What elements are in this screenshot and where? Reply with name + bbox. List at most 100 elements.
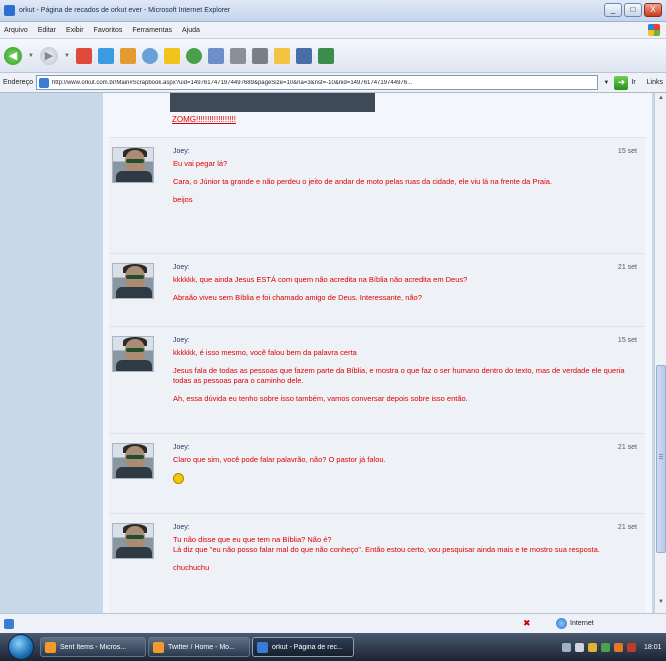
system-tray: 18:01	[556, 636, 666, 658]
menu-exibir[interactable]: Exibir	[66, 27, 84, 34]
vertical-scrollbar[interactable]: ▲ ▼	[654, 93, 666, 613]
post-text: kkkkkk, é isso mesmo, você falou bem da …	[173, 348, 357, 357]
post-time: 15 set	[617, 337, 637, 344]
top-scrap-link[interactable]: ZOMG!!!!!!!!!!!!!!!!!!	[172, 115, 236, 124]
forward-dropdown-icon[interactable]: ▼	[64, 53, 70, 59]
scrapbook-column: ZOMG!!!!!!!!!!!!!!!!!! Joey: 15 set Eu v…	[103, 93, 652, 613]
edit-icon[interactable]	[251, 47, 268, 64]
internet-globe-icon	[556, 618, 567, 629]
close-button[interactable]: X	[644, 3, 662, 17]
address-dropdown-icon[interactable]: ▼	[601, 80, 611, 86]
tray-app-icon[interactable]	[588, 642, 597, 652]
address-field[interactable]	[35, 75, 599, 90]
header-strip	[170, 93, 375, 112]
tools-icon[interactable]	[295, 47, 312, 64]
post-body: kkkkkk, que ainda Jesus ESTÁ com quem nã…	[173, 275, 633, 311]
post-author[interactable]: Joey:	[173, 444, 190, 451]
start-button[interactable]	[8, 634, 34, 660]
minimize-button[interactable]: _	[604, 3, 622, 17]
post-time: 21 set	[617, 524, 637, 531]
post-text: Ah, essa dúvida eu tenho sobre isso tamb…	[173, 394, 468, 403]
menu-favoritos[interactable]: Favoritos	[94, 27, 123, 34]
back-dropdown-icon[interactable]: ▼	[28, 53, 34, 59]
scrap-post: Joey: 21 set kkkkkk, que ainda Jesus EST…	[109, 253, 645, 326]
mail-icon[interactable]	[207, 47, 224, 64]
forward-button[interactable]: ▶	[39, 46, 58, 65]
toolbar: ◀ ▼ ▶ ▼	[0, 39, 666, 73]
messenger-icon[interactable]	[317, 47, 334, 64]
post-text: Lá diz que "eu não posso falar mal do qu…	[173, 545, 600, 554]
post-body: kkkkkk, é isso mesmo, você falou bem da …	[173, 348, 633, 412]
back-button[interactable]: ◀	[4, 46, 22, 65]
task-label: Sent Items - Micros...	[60, 643, 127, 651]
avatar[interactable]	[112, 523, 154, 559]
page-icon	[38, 77, 49, 88]
post-text: beijos	[173, 195, 193, 204]
go-button[interactable]: ➜	[614, 75, 629, 90]
security-tray-icon[interactable]	[627, 642, 636, 652]
avatar[interactable]	[112, 336, 154, 372]
post-body: Tu não disse que eu que tem na Bíblia? N…	[173, 535, 633, 581]
menu-ajuda[interactable]: Ajuda	[182, 27, 200, 34]
chevron-left-icon[interactable]	[575, 642, 584, 652]
title-bar: orkut - Página de recados de orkut ever …	[0, 0, 666, 22]
window-title: orkut - Página de recados de orkut ever …	[19, 7, 231, 14]
messenger-tray-icon[interactable]	[601, 642, 610, 652]
post-time: 21 set	[617, 264, 637, 271]
home-icon[interactable]	[119, 47, 136, 64]
maximize-button[interactable]: □	[624, 3, 642, 17]
firefox-icon	[153, 641, 164, 653]
post-text: Claro que sim, você pode falar palavrão,…	[173, 455, 386, 464]
go-label[interactable]: Ir	[631, 79, 635, 86]
scroll-down-icon[interactable]: ▼	[656, 599, 666, 611]
avatar[interactable]	[112, 263, 154, 299]
ie-icon	[4, 5, 15, 16]
menu-arquivo[interactable]: Arquivo	[4, 27, 28, 34]
window-controls: _ □ X	[604, 3, 662, 17]
security-zone[interactable]: Internet	[556, 618, 594, 629]
clock[interactable]: 18:01	[644, 644, 662, 651]
scroll-thumb[interactable]	[656, 365, 666, 553]
post-author[interactable]: Joey:	[173, 337, 190, 344]
post-author[interactable]: Joey:	[173, 524, 190, 531]
stop-icon[interactable]	[75, 47, 92, 64]
network-icon[interactable]	[562, 642, 571, 652]
scroll-up-icon[interactable]: ▲	[656, 95, 666, 107]
post-author[interactable]: Joey:	[173, 148, 190, 155]
post-body: Claro que sim, você pode falar palavrão,…	[173, 455, 633, 487]
scrap-post: Joey: 21 set Tu não disse que eu que tem…	[109, 513, 645, 613]
avatar[interactable]	[112, 147, 154, 183]
avatar[interactable]	[112, 443, 154, 479]
post-text: kkkkkk, que ainda Jesus ESTÁ com quem nã…	[173, 275, 468, 284]
post-author[interactable]: Joey:	[173, 264, 190, 271]
links-button[interactable]: Links	[647, 79, 663, 86]
post-text: chuchuchu	[173, 563, 210, 572]
taskbar-item-twitter[interactable]: Twitter / Home - Mo...	[148, 637, 250, 657]
post-text: Abraão viveu sem Bíblia e foi chamado am…	[173, 293, 422, 302]
taskbar-item-sent-items[interactable]: Sent Items - Micros...	[40, 637, 146, 657]
task-label: orkut - Página de rec...	[272, 643, 343, 651]
post-body: Eu vai pegar lá? Cara, o Júnior ta grand…	[173, 159, 633, 213]
page-content: ZOMG!!!!!!!!!!!!!!!!!! Joey: 15 set Eu v…	[0, 93, 654, 613]
menu-ferramentas[interactable]: Ferramentas	[132, 27, 172, 34]
address-input[interactable]	[51, 79, 598, 86]
search-icon[interactable]	[141, 47, 158, 64]
taskbar-item-orkut[interactable]: orkut - Página de rec...	[252, 637, 354, 657]
post-text: Jesus fala de todas as pessoas que fazem…	[173, 366, 625, 385]
address-label: Endereço	[3, 79, 33, 86]
ie-icon	[257, 641, 268, 653]
address-bar: Endereço ▼ ➜ Ir Links	[0, 73, 666, 93]
update-icon[interactable]	[614, 642, 623, 652]
refresh-icon[interactable]	[97, 47, 114, 64]
menu-editar[interactable]: Editar	[38, 27, 56, 34]
history-icon[interactable]	[185, 47, 202, 64]
status-bar: ✖ Internet	[0, 613, 666, 633]
scrap-post: Joey: 15 set kkkkkk, é isso mesmo, você …	[109, 326, 645, 433]
print-icon[interactable]	[229, 47, 246, 64]
popup-blocked-icon[interactable]: ✖	[523, 618, 535, 630]
favorites-icon[interactable]	[163, 47, 180, 64]
folder-icon[interactable]	[273, 47, 290, 64]
page-status-icon	[4, 618, 14, 629]
post-text: Eu vai pegar lá?	[173, 159, 228, 168]
zone-label: Internet	[570, 620, 594, 627]
